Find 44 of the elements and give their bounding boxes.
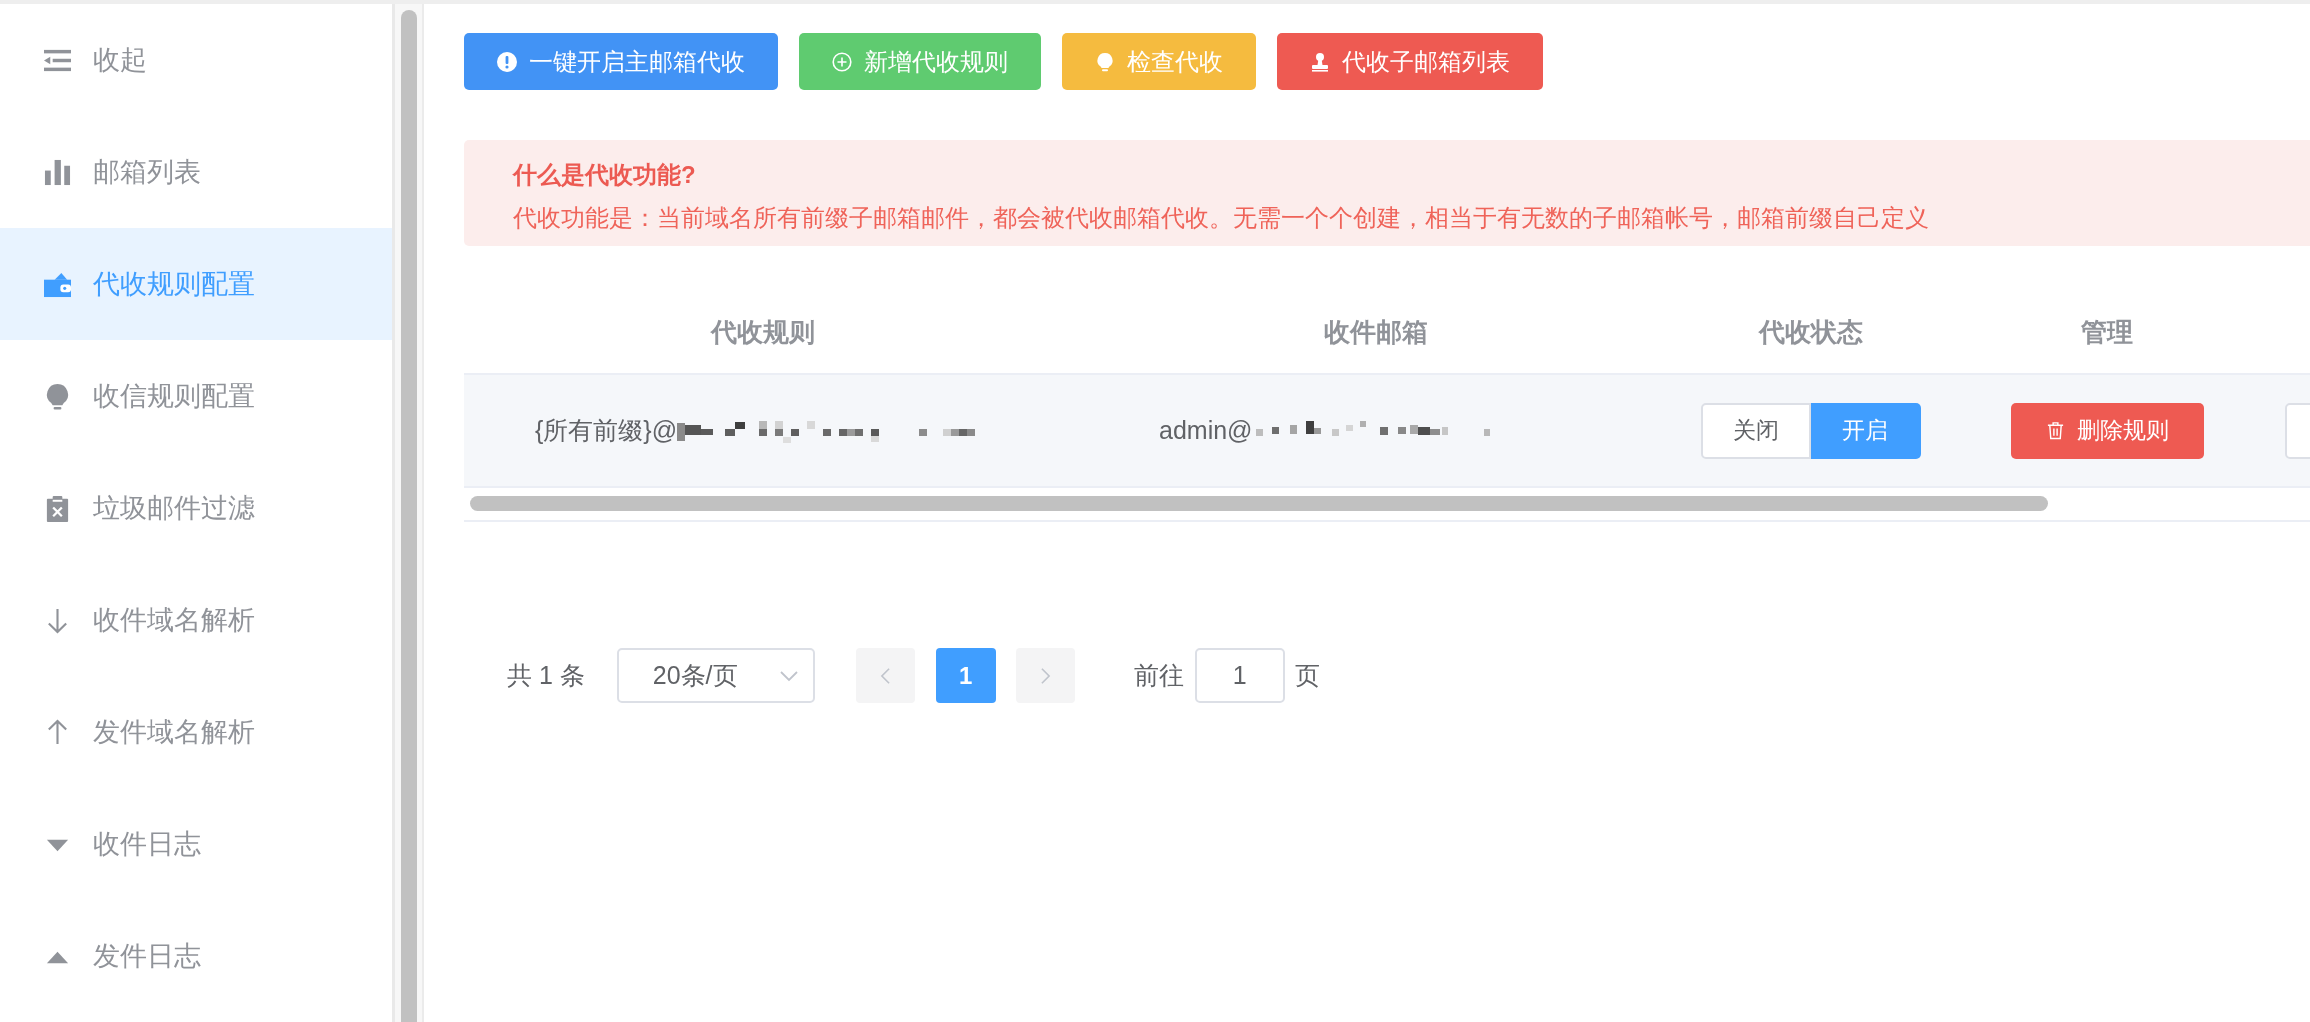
sidebar-item[interactable]: 发件日志 [0, 900, 392, 1012]
sidebar-item[interactable]: 发件域名解析 [0, 676, 392, 788]
goto-suffix: 页 [1294, 659, 1320, 691]
clipboard-x-icon [44, 494, 71, 522]
alert-title: 什么是代收功能? [513, 160, 697, 190]
mailbox-text: admin@ [1159, 414, 1253, 446]
trash-icon [2045, 421, 2065, 440]
sidebar-item[interactable]: 垃圾邮件过滤 [0, 452, 392, 564]
scrollbar-thumb[interactable] [401, 10, 417, 1022]
rule-text: {所有前缀}@ [535, 414, 678, 446]
column-header: 管理 [2081, 316, 2133, 349]
goto-page-input[interactable]: 1 [1194, 648, 1285, 703]
total-count-text: 共 1 条 [507, 659, 585, 691]
toolbar-button[interactable]: 新增代收规则 [799, 33, 1041, 90]
sidebar-item[interactable]: 收件域名解析 [0, 564, 392, 676]
lightbulb-icon [1095, 51, 1115, 72]
stamp-icon [1310, 51, 1330, 72]
sidebar-item[interactable]: 收信规则配置 [0, 340, 392, 452]
status-toggle[interactable]: 关闭 [1701, 402, 1811, 459]
column-header: 收件邮箱 [1324, 316, 1428, 349]
wallet-icon [44, 270, 71, 298]
delete-rule-button[interactable]: 删除规则 [2010, 402, 2204, 459]
column-header: 代收规则 [711, 316, 815, 349]
page-number-button[interactable]: 1 [935, 648, 996, 703]
column-header: 代收状态 [1759, 316, 1863, 349]
alert-circle-icon [497, 51, 517, 72]
alert-description: 代收功能是：当前域名所有前缀子邮箱邮件，都会被代收邮箱代收。无需一个个创建，相当于有无数的子邮箱帐号，邮箱前缀自己定义 [513, 203, 1930, 233]
chevron-left-icon [879, 666, 891, 685]
lightbulb-icon [44, 382, 71, 410]
bar-chart-icon [44, 158, 71, 186]
sidebar-item[interactable]: 邮箱列表 [0, 116, 392, 228]
chevron-right-icon [1039, 666, 1051, 685]
toolbar-button[interactable]: 一键开启主邮箱代收 [464, 33, 778, 90]
status-toggle[interactable]: 开启 [1811, 402, 1921, 459]
sidebar-item[interactable]: 代收规则配置 [0, 228, 392, 340]
goto-label: 前往 [1133, 659, 1184, 691]
toolbar-button[interactable]: 代收子邮箱列表 [1277, 33, 1543, 90]
plus-circle-icon [832, 51, 852, 72]
sidebar-item[interactable]: 收件日志 [0, 788, 392, 900]
horizontal-scrollbar-thumb[interactable] [470, 496, 2048, 511]
sidebar-item[interactable]: 收起 [0, 4, 392, 116]
page-size-select[interactable]: 20条/页 [616, 648, 815, 703]
toolbar-button[interactable]: 检查代收 [1062, 33, 1256, 90]
chevron-down-icon [778, 669, 799, 682]
